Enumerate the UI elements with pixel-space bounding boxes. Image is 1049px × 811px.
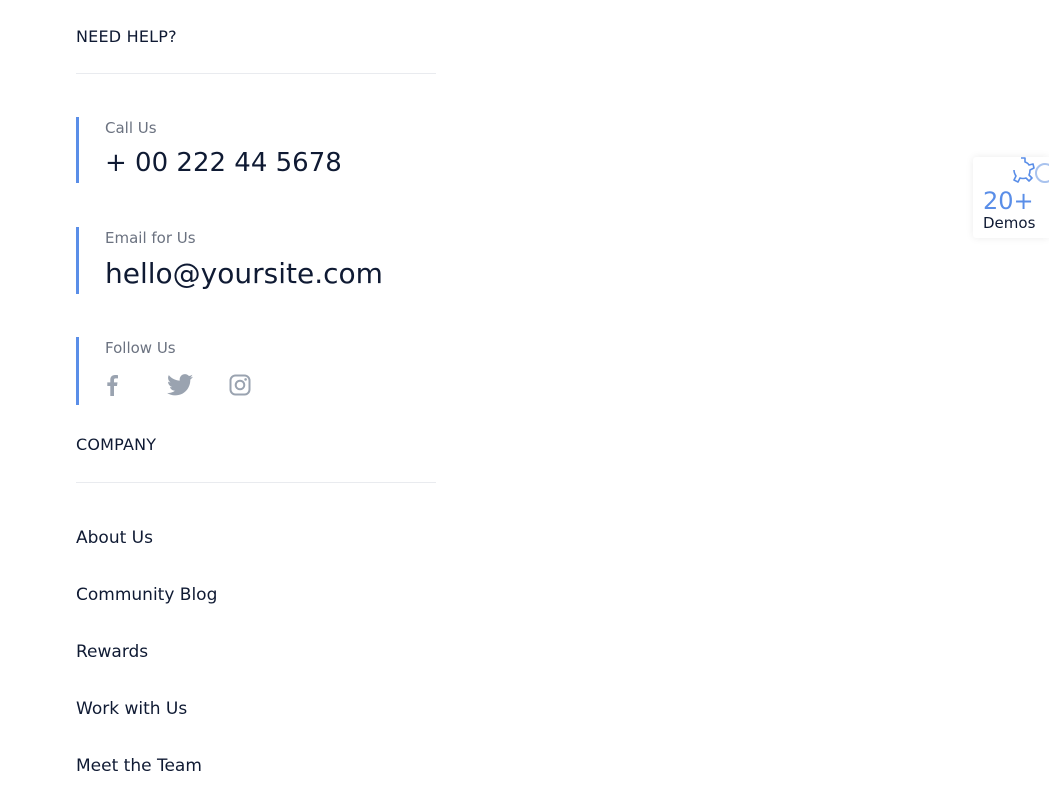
follow-us-label: Follow Us [105,339,176,357]
call-us-block: Call Us + 00 222 44 5678 [76,117,342,183]
demos-label: Demos [983,214,1036,232]
email-block: Email for Us hello@yoursite.com [76,227,383,294]
email-label: Email for Us [105,229,196,247]
footer-page: NEED HELP? Call Us + 00 222 44 5678 Emai… [0,0,1049,811]
phone-number-link[interactable]: + 00 222 44 5678 [105,146,342,180]
company-divider [76,482,436,483]
company-link-meet-the-team[interactable]: Meet the Team [76,754,217,811]
company-link-work-with-us[interactable]: Work with Us [76,697,217,754]
instagram-icon[interactable] [229,372,261,398]
company-link-community-blog[interactable]: Community Blog [76,583,217,640]
company-links-list: About Us Community Blog Rewards Work wit… [76,526,217,811]
need-help-divider [76,73,436,74]
follow-us-block: Follow Us [76,337,261,405]
need-help-heading: NEED HELP? [76,27,177,46]
social-links [105,372,261,398]
company-link-about-us[interactable]: About Us [76,526,217,583]
facebook-icon[interactable] [105,372,137,398]
email-link[interactable]: hello@yoursite.com [105,257,383,291]
demos-widget-button[interactable]: 20+ Demos [973,157,1049,238]
company-link-rewards[interactable]: Rewards [76,640,217,697]
call-us-label: Call Us [105,119,157,137]
company-heading: COMPANY [76,435,157,454]
demos-count: 20+ [983,187,1034,215]
twitter-icon[interactable] [167,372,199,398]
